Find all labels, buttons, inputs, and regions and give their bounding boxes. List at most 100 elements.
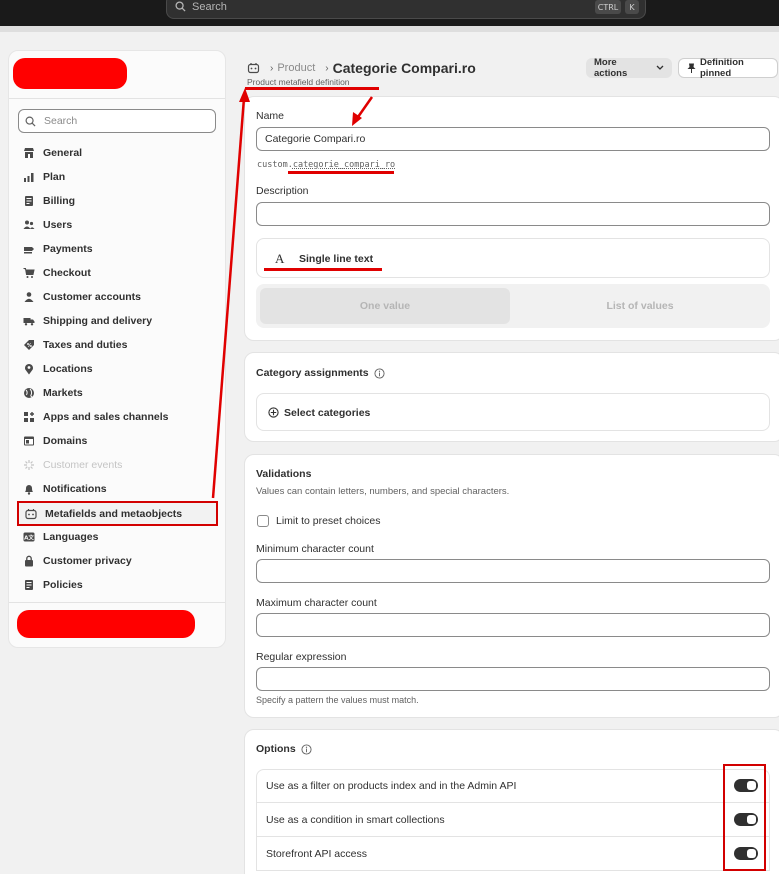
sidebar-item-label: Locations <box>43 363 93 375</box>
page-title: Categorie Compari.ro <box>332 60 476 76</box>
breadcrumb-separator: › <box>325 62 329 74</box>
type-selector[interactable]: A Single line text <box>256 238 770 278</box>
option-filter-label: Use as a filter on products index and in… <box>266 780 517 792</box>
cart-icon <box>21 265 37 281</box>
sidebar-item-markets[interactable]: Markets <box>21 382 217 404</box>
sidebar-item-general[interactable]: General <box>21 142 217 164</box>
namespace-key[interactable]: custom.categorie_compari_ro <box>257 160 395 170</box>
redacted-user-info <box>17 610 195 638</box>
redacted-store-name <box>13 58 127 89</box>
regex-input[interactable] <box>256 667 770 691</box>
svg-text:%: % <box>27 343 32 349</box>
option-row-storefront: Storefront API access <box>256 837 770 871</box>
person-icon <box>21 289 37 305</box>
sidebar-item-customer-accounts[interactable]: Customer accounts <box>21 286 217 308</box>
sidebar-item-shipping[interactable]: Shipping and delivery <box>21 310 217 332</box>
list-of-values-option[interactable]: List of values <box>514 288 766 324</box>
info-icon[interactable] <box>374 368 385 379</box>
annotation-toggle-frame <box>723 764 766 871</box>
sidebar-item-label: Metafields and metaobjects <box>45 507 183 520</box>
sidebar-item-label: Policies <box>43 579 83 591</box>
sidebar-item-metafields[interactable]: Metafields and metaobjects <box>17 501 218 526</box>
sidebar-item-plan[interactable]: Plan <box>21 166 217 188</box>
sidebar-search-input[interactable]: Search <box>18 109 216 133</box>
global-search-input[interactable]: Search CTRL K <box>166 0 646 19</box>
category-assignments-title: Category assignments <box>256 367 385 379</box>
breadcrumb-product[interactable]: Product <box>277 62 315 74</box>
namespace-key-value: categorie_compari_ro <box>292 160 396 170</box>
sidebar-item-languages[interactable]: A文 Languages <box>21 526 217 548</box>
one-value-option[interactable]: One value <box>260 288 510 324</box>
name-input[interactable]: Categorie Compari.ro <box>256 127 770 151</box>
chevron-down-icon <box>656 65 664 71</box>
definition-pinned-button[interactable]: Definition pinned <box>678 57 778 79</box>
category-assignments-card: Category assignments Select categories <box>244 352 779 442</box>
select-categories-button[interactable]: Select categories <box>256 393 770 431</box>
users-icon <box>21 217 37 233</box>
sidebar-item-label: Shipping and delivery <box>43 315 153 327</box>
language-icon: A文 <box>21 529 37 545</box>
policy-icon <box>21 577 37 593</box>
page-subtitle: Product metafield definition <box>247 77 350 87</box>
definition-card: Name Categorie Compari.ro custom.categor… <box>244 96 779 341</box>
sidebar-item-label: General <box>43 147 83 159</box>
limit-preset-label: Limit to preset choices <box>276 515 381 527</box>
sidebar-item-domains[interactable]: Domains <box>21 430 217 452</box>
sidebar-item-users[interactable]: Users <box>21 214 217 236</box>
options-card: Options Use as a filter on products inde… <box>244 729 779 874</box>
description-label: Description <box>256 185 309 197</box>
namespace-prefix: custom. <box>257 160 293 170</box>
text-type-icon: A <box>275 251 285 266</box>
sidebar-item-label: Plan <box>43 171 66 183</box>
metafields-icon[interactable] <box>247 62 260 74</box>
options-title: Options <box>256 743 312 755</box>
definition-pinned-label: Definition pinned <box>700 57 744 79</box>
limit-preset-checkbox[interactable] <box>257 515 269 527</box>
max-count-input[interactable] <box>256 613 770 637</box>
name-input-value: Categorie Compari.ro <box>265 133 366 145</box>
more-actions-label: More actions <box>594 57 628 79</box>
sidebar-item-locations[interactable]: Locations <box>21 358 217 380</box>
info-icon[interactable] <box>301 744 312 755</box>
sidebar-item-label: Customer accounts <box>43 291 142 303</box>
max-count-label: Maximum character count <box>256 597 377 609</box>
more-actions-button[interactable]: More actions <box>586 57 672 79</box>
search-icon <box>25 116 36 127</box>
sidebar-item-checkout[interactable]: Checkout <box>21 262 217 284</box>
metafields-icon <box>23 506 39 522</box>
sidebar-item-notifications[interactable]: Notifications <box>21 478 217 500</box>
min-count-input[interactable] <box>256 559 770 583</box>
sidebar-item-apps[interactable]: Apps and sales channels <box>21 406 217 428</box>
description-input[interactable] <box>256 202 770 226</box>
settings-sidebar: Search General Plan Billing Users Paymen… <box>8 50 226 648</box>
sidebar-item-payments[interactable]: Payments <box>21 238 217 260</box>
sidebar-item-customer-events[interactable]: Customer events <box>21 454 217 476</box>
regex-label: Regular expression <box>256 651 347 663</box>
sidebar-item-policies[interactable]: Policies <box>21 574 217 596</box>
lock-icon <box>21 553 37 569</box>
location-icon <box>21 361 37 377</box>
sidebar-search-placeholder: Search <box>44 115 78 127</box>
kbd-k: K <box>625 0 639 14</box>
sidebar-item-label: Domains <box>43 435 88 447</box>
payments-icon <box>21 241 37 257</box>
option-storefront-label: Storefront API access <box>266 847 367 860</box>
globe-icon <box>21 385 37 401</box>
validations-title: Validations <box>256 468 312 480</box>
breadcrumb-separator: › <box>270 62 274 74</box>
sidebar-item-customer-privacy[interactable]: Customer privacy <box>21 550 217 572</box>
annotation-underline-key <box>288 171 394 174</box>
tax-icon: % <box>21 337 37 353</box>
option-row-smart-collections: Use as a condition in smart collections <box>256 803 770 837</box>
options-title-text: Options <box>256 743 296 755</box>
global-search-placeholder: Search <box>192 0 227 13</box>
sidebar-item-billing[interactable]: Billing <box>21 190 217 212</box>
regex-help: Specify a pattern the values must match. <box>256 695 419 705</box>
sidebar-item-label: Languages <box>43 531 99 543</box>
sidebar-item-label: Apps and sales channels <box>43 411 169 423</box>
option-row-filter: Use as a filter on products index and in… <box>256 769 770 803</box>
validations-card: Validations Values can contain letters, … <box>244 454 779 718</box>
annotation-underline-type <box>264 268 382 271</box>
sidebar-item-taxes[interactable]: % Taxes and duties <box>21 334 217 356</box>
events-icon <box>21 457 37 473</box>
